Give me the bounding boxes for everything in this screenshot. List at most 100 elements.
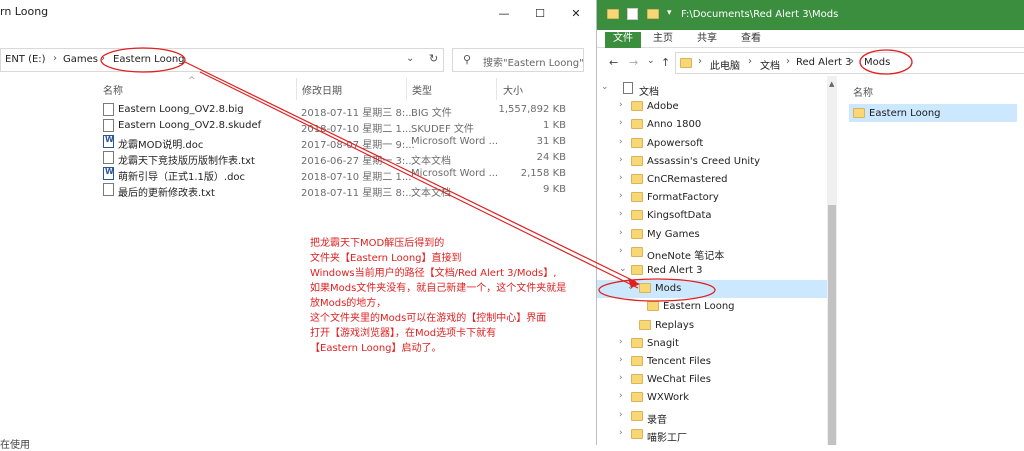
breadcrumb-documents[interactable]: 文档	[760, 57, 780, 72]
breadcrumb-separator-icon: ›	[101, 53, 105, 64]
folder-icon	[631, 246, 643, 257]
left-window-title: rn Loong	[0, 5, 49, 18]
tree-scrollbar-thumb[interactable]	[828, 205, 836, 445]
breadcrumb-separator-icon: ›	[698, 56, 702, 67]
file-icon	[103, 103, 114, 116]
chevron-right-icon[interactable]: ›	[619, 373, 623, 383]
tab-share[interactable]: 共享	[689, 32, 725, 48]
column-header-name[interactable]: 名称	[853, 84, 873, 99]
back-arrow-icon[interactable]: ←	[609, 56, 618, 69]
chevron-down-icon[interactable]: ⌄	[627, 282, 635, 292]
tree-item[interactable]: › Snagit	[597, 335, 829, 353]
tree-label: 录音	[647, 414, 667, 426]
table-row[interactable]: Eastern Loong_OV2.8.skudef 2018-07-10 星期二…	[100, 118, 570, 135]
tree-item[interactable]: › Tencent Files	[597, 353, 829, 371]
table-row[interactable]: Eastern Loong_OV2.8.big 2018-07-11 星期三 8:…	[100, 102, 570, 119]
tab-file[interactable]: 文件	[605, 32, 641, 48]
tab-view[interactable]: 查看	[733, 32, 769, 48]
chevron-down-icon[interactable]: ⌄	[619, 264, 627, 274]
chevron-right-icon[interactable]: ›	[619, 137, 623, 147]
folder-icon	[631, 192, 643, 203]
chevron-right-icon[interactable]: ›	[619, 173, 623, 183]
left-explorer-window: rn Loong — ☐ ✕ ENT (E:) › Games › Easter…	[0, 0, 596, 451]
chevron-right-icon[interactable]: ›	[619, 155, 623, 165]
column-divider	[406, 78, 407, 100]
tree-item[interactable]: › 录音	[597, 408, 829, 426]
file-type: BIG 文件	[411, 108, 452, 119]
tree-item[interactable]: › Anno 1800	[597, 116, 829, 134]
tree-item[interactable]: ⌄ Mods	[597, 280, 829, 299]
tree-item[interactable]: › WXWork	[597, 389, 829, 407]
chevron-right-icon[interactable]: ›	[619, 337, 623, 347]
folder-icon	[631, 101, 643, 112]
table-row[interactable]: 龙霸天下竞技版历版制作表.txt 2016-06-27 星期一 3:... 文本文档…	[100, 150, 570, 167]
recent-dropdown-icon[interactable]: ⌄	[647, 56, 655, 66]
chevron-right-icon[interactable]: ›	[619, 209, 623, 219]
chevron-right-icon[interactable]: ›	[619, 228, 623, 238]
search-input[interactable]: 搜索"Eastern Loong"	[483, 54, 584, 69]
tree-item[interactable]: › WeChat Files	[597, 371, 829, 389]
tree-item[interactable]: › My Games	[597, 226, 829, 244]
breadcrumb-red-alert-3[interactable]: Red Alert 3	[796, 57, 852, 68]
file-icon	[103, 151, 114, 164]
tree-item[interactable]: › OneNote 笔记本	[597, 244, 829, 262]
scroll-up-icon[interactable]: ▲	[829, 80, 834, 88]
tree-item[interactable]: ⌄ Red Alert 3	[597, 262, 829, 280]
maximize-button[interactable]: ☐	[522, 0, 558, 26]
breadcrumb-games[interactable]: Games	[63, 54, 98, 65]
tree-item[interactable]: › Apowersoft	[597, 135, 829, 153]
tree-item[interactable]: Eastern Loong	[597, 298, 829, 316]
chevron-right-icon[interactable]: ›	[619, 246, 623, 256]
file-size: 2,158 KB	[520, 168, 566, 179]
chevron-right-icon[interactable]: ›	[619, 100, 623, 110]
column-header-size[interactable]: 大小	[503, 82, 523, 97]
breadcrumb-drive[interactable]: ENT (E:)	[5, 54, 46, 65]
table-row[interactable]: 龙霸MOD说明.doc 2017-08-07 星期一 9:...Microsoft…	[100, 134, 570, 151]
dropdown-icon[interactable]: ▾	[667, 8, 672, 18]
tree-item[interactable]: Replays	[597, 317, 829, 335]
tree-item[interactable]: › Assassin's Creed Unity	[597, 153, 829, 171]
new-folder-icon[interactable]	[647, 9, 659, 19]
minimize-button[interactable]: —	[486, 0, 522, 26]
refresh-icon[interactable]: ↻	[429, 52, 438, 65]
left-address-bar[interactable]: ENT (E:) › Games › Eastern Loong ⌄ ↻	[0, 48, 444, 72]
folder-icon	[631, 210, 643, 221]
left-search-box[interactable]: ⚲ 搜索"Eastern Loong"	[452, 48, 584, 72]
annotation-line: 打开【游戏浏览器】，在Mod选项卡下就有	[310, 328, 497, 339]
tree-item[interactable]: › KingsoftData	[597, 207, 829, 225]
tree-item[interactable]: › Adobe	[597, 98, 829, 116]
table-row[interactable]: 最后的更新修改表.txt 2018-07-11 星期三 8:... 文本文档 9 KB	[100, 182, 570, 199]
forward-arrow-icon[interactable]: →	[629, 56, 638, 69]
close-button[interactable]: ✕	[558, 0, 594, 26]
file-size: 9 KB	[543, 184, 566, 195]
up-arrow-icon[interactable]: ↑	[661, 56, 670, 69]
chevron-right-icon[interactable]: ›	[619, 410, 623, 420]
tree-label: Anno 1800	[647, 119, 702, 131]
tree-item[interactable]: › 喵影工厂	[597, 426, 829, 444]
breadcrumb-mods[interactable]: Mods	[864, 57, 890, 68]
chevron-right-icon[interactable]: ›	[619, 428, 623, 438]
column-header-name[interactable]: 名称	[103, 82, 123, 97]
breadcrumb-this-pc[interactable]: 此电脑	[710, 57, 740, 72]
tree-label: Apowersoft	[647, 137, 704, 149]
tab-home[interactable]: 主页	[645, 32, 681, 48]
tree-item[interactable]: ⌄ 文档	[597, 80, 829, 98]
chevron-right-icon[interactable]: ›	[619, 191, 623, 201]
tree-item[interactable]: › CnCRemastered	[597, 171, 829, 189]
chevron-right-icon[interactable]: ›	[619, 118, 623, 128]
breadcrumb-eastern-loong[interactable]: Eastern Loong	[113, 54, 185, 65]
column-header-type[interactable]: 类型	[412, 82, 432, 97]
file-name: Eastern Loong_OV2.8.big	[118, 104, 244, 115]
chevron-down-icon[interactable]: ⌄	[406, 53, 414, 64]
table-row[interactable]: 萌新引导（正式1.1版）.doc 2018-07-10 星期二 1...Micro…	[100, 166, 570, 183]
chevron-down-icon[interactable]: ⌄	[601, 82, 609, 92]
file-name: Eastern Loong_OV2.8.skudef	[118, 120, 262, 131]
column-header-date[interactable]: 修改日期	[302, 82, 342, 97]
tree-item[interactable]: › FormatFactory	[597, 189, 829, 207]
chevron-right-icon[interactable]: ›	[619, 355, 623, 365]
chevron-right-icon[interactable]: ›	[619, 391, 623, 401]
tree-label: Tencent Files	[647, 356, 711, 367]
properties-icon[interactable]	[627, 8, 638, 20]
list-item[interactable]: Eastern Loong	[849, 104, 1017, 122]
right-address-bar[interactable]: › 此电脑 › 文档 › Red Alert 3 › Mods	[675, 52, 1024, 74]
